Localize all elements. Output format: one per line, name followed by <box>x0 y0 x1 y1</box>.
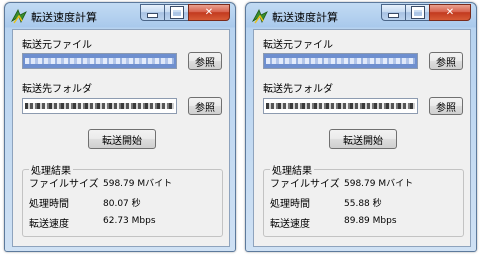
window-title: 転送速度計算 <box>31 11 97 24</box>
source-file-label: 転送元ファイル <box>263 40 333 51</box>
close-icon: ✕ <box>445 7 455 18</box>
app-icon <box>10 9 27 24</box>
minimize-icon <box>388 13 399 18</box>
source-file-label: 転送元ファイル <box>22 40 92 51</box>
maximize-icon <box>410 6 425 19</box>
transfer-speed-value: 89.89 Mbps <box>344 216 397 226</box>
client-area: 転送元ファイル 参照 転送先フォルダ 参照 転送開始 処理結果 ファイルサイズ … <box>253 29 471 247</box>
file-size-label: ファイルサイズ <box>29 179 99 190</box>
maximize-button[interactable] <box>405 4 429 21</box>
title-bar[interactable]: 転送速度計算 ✕ <box>5 3 235 29</box>
file-size-label: ファイルサイズ <box>270 179 340 190</box>
dest-folder-input[interactable] <box>22 98 177 114</box>
result-group: 処理結果 ファイルサイズ 598.79 Mバイト 処理時間 80.07 秒 転送… <box>22 162 223 237</box>
close-button[interactable]: ✕ <box>188 4 230 21</box>
source-browse-button[interactable]: 参照 <box>429 52 463 70</box>
dest-folder-label: 転送先フォルダ <box>22 84 92 95</box>
close-icon: ✕ <box>204 7 214 18</box>
maximize-icon <box>169 6 184 19</box>
dest-path-text <box>25 103 174 109</box>
source-path-text <box>25 58 174 64</box>
file-size-value: 598.79 Mバイト <box>344 179 414 189</box>
elapsed-time-label: 処理時間 <box>270 199 310 210</box>
file-size-value: 598.79 Mバイト <box>103 179 173 189</box>
close-button[interactable]: ✕ <box>429 4 471 21</box>
window-title: 転送速度計算 <box>272 11 338 24</box>
transfer-speed-label: 転送速度 <box>270 219 310 230</box>
start-transfer-button[interactable]: 転送開始 <box>329 129 397 149</box>
minimize-button[interactable] <box>140 4 164 21</box>
transfer-speed-label: 転送速度 <box>29 219 69 230</box>
maximize-button[interactable] <box>164 4 188 21</box>
caption-buttons: ✕ <box>381 4 471 22</box>
transfer-speed-value: 62.73 Mbps <box>103 216 156 226</box>
client-area: 転送元ファイル 参照 転送先フォルダ 参照 転送開始 処理結果 ファイルサイズ … <box>12 29 230 247</box>
app-icon <box>251 9 268 24</box>
source-browse-button[interactable]: 参照 <box>188 52 222 70</box>
elapsed-time-value: 55.88 秒 <box>344 199 382 209</box>
dest-browse-button[interactable]: 参照 <box>188 97 222 115</box>
dest-folder-input[interactable] <box>263 98 418 114</box>
start-transfer-button[interactable]: 転送開始 <box>88 129 156 149</box>
source-file-input[interactable] <box>22 53 177 69</box>
caption-buttons: ✕ <box>140 4 230 22</box>
dest-browse-button[interactable]: 参照 <box>429 97 463 115</box>
window-right: 転送速度計算 ✕ 転送元ファイル 参照 転送先フォルダ 参照 転送開始 処理結果… <box>245 2 477 252</box>
window-left: 転送速度計算 ✕ 転送元ファイル 参照 転送先フォルダ 参照 転送開始 処理結果… <box>4 2 236 252</box>
source-file-input[interactable] <box>263 53 418 69</box>
result-group: 処理結果 ファイルサイズ 598.79 Mバイト 処理時間 55.88 秒 転送… <box>263 162 464 237</box>
source-path-text <box>266 58 415 64</box>
elapsed-time-label: 処理時間 <box>29 199 69 210</box>
minimize-icon <box>147 13 158 18</box>
dest-folder-label: 転送先フォルダ <box>263 84 333 95</box>
title-bar[interactable]: 転送速度計算 ✕ <box>246 3 476 29</box>
minimize-button[interactable] <box>381 4 405 21</box>
elapsed-time-value: 80.07 秒 <box>103 199 141 209</box>
dest-path-text <box>266 103 415 109</box>
